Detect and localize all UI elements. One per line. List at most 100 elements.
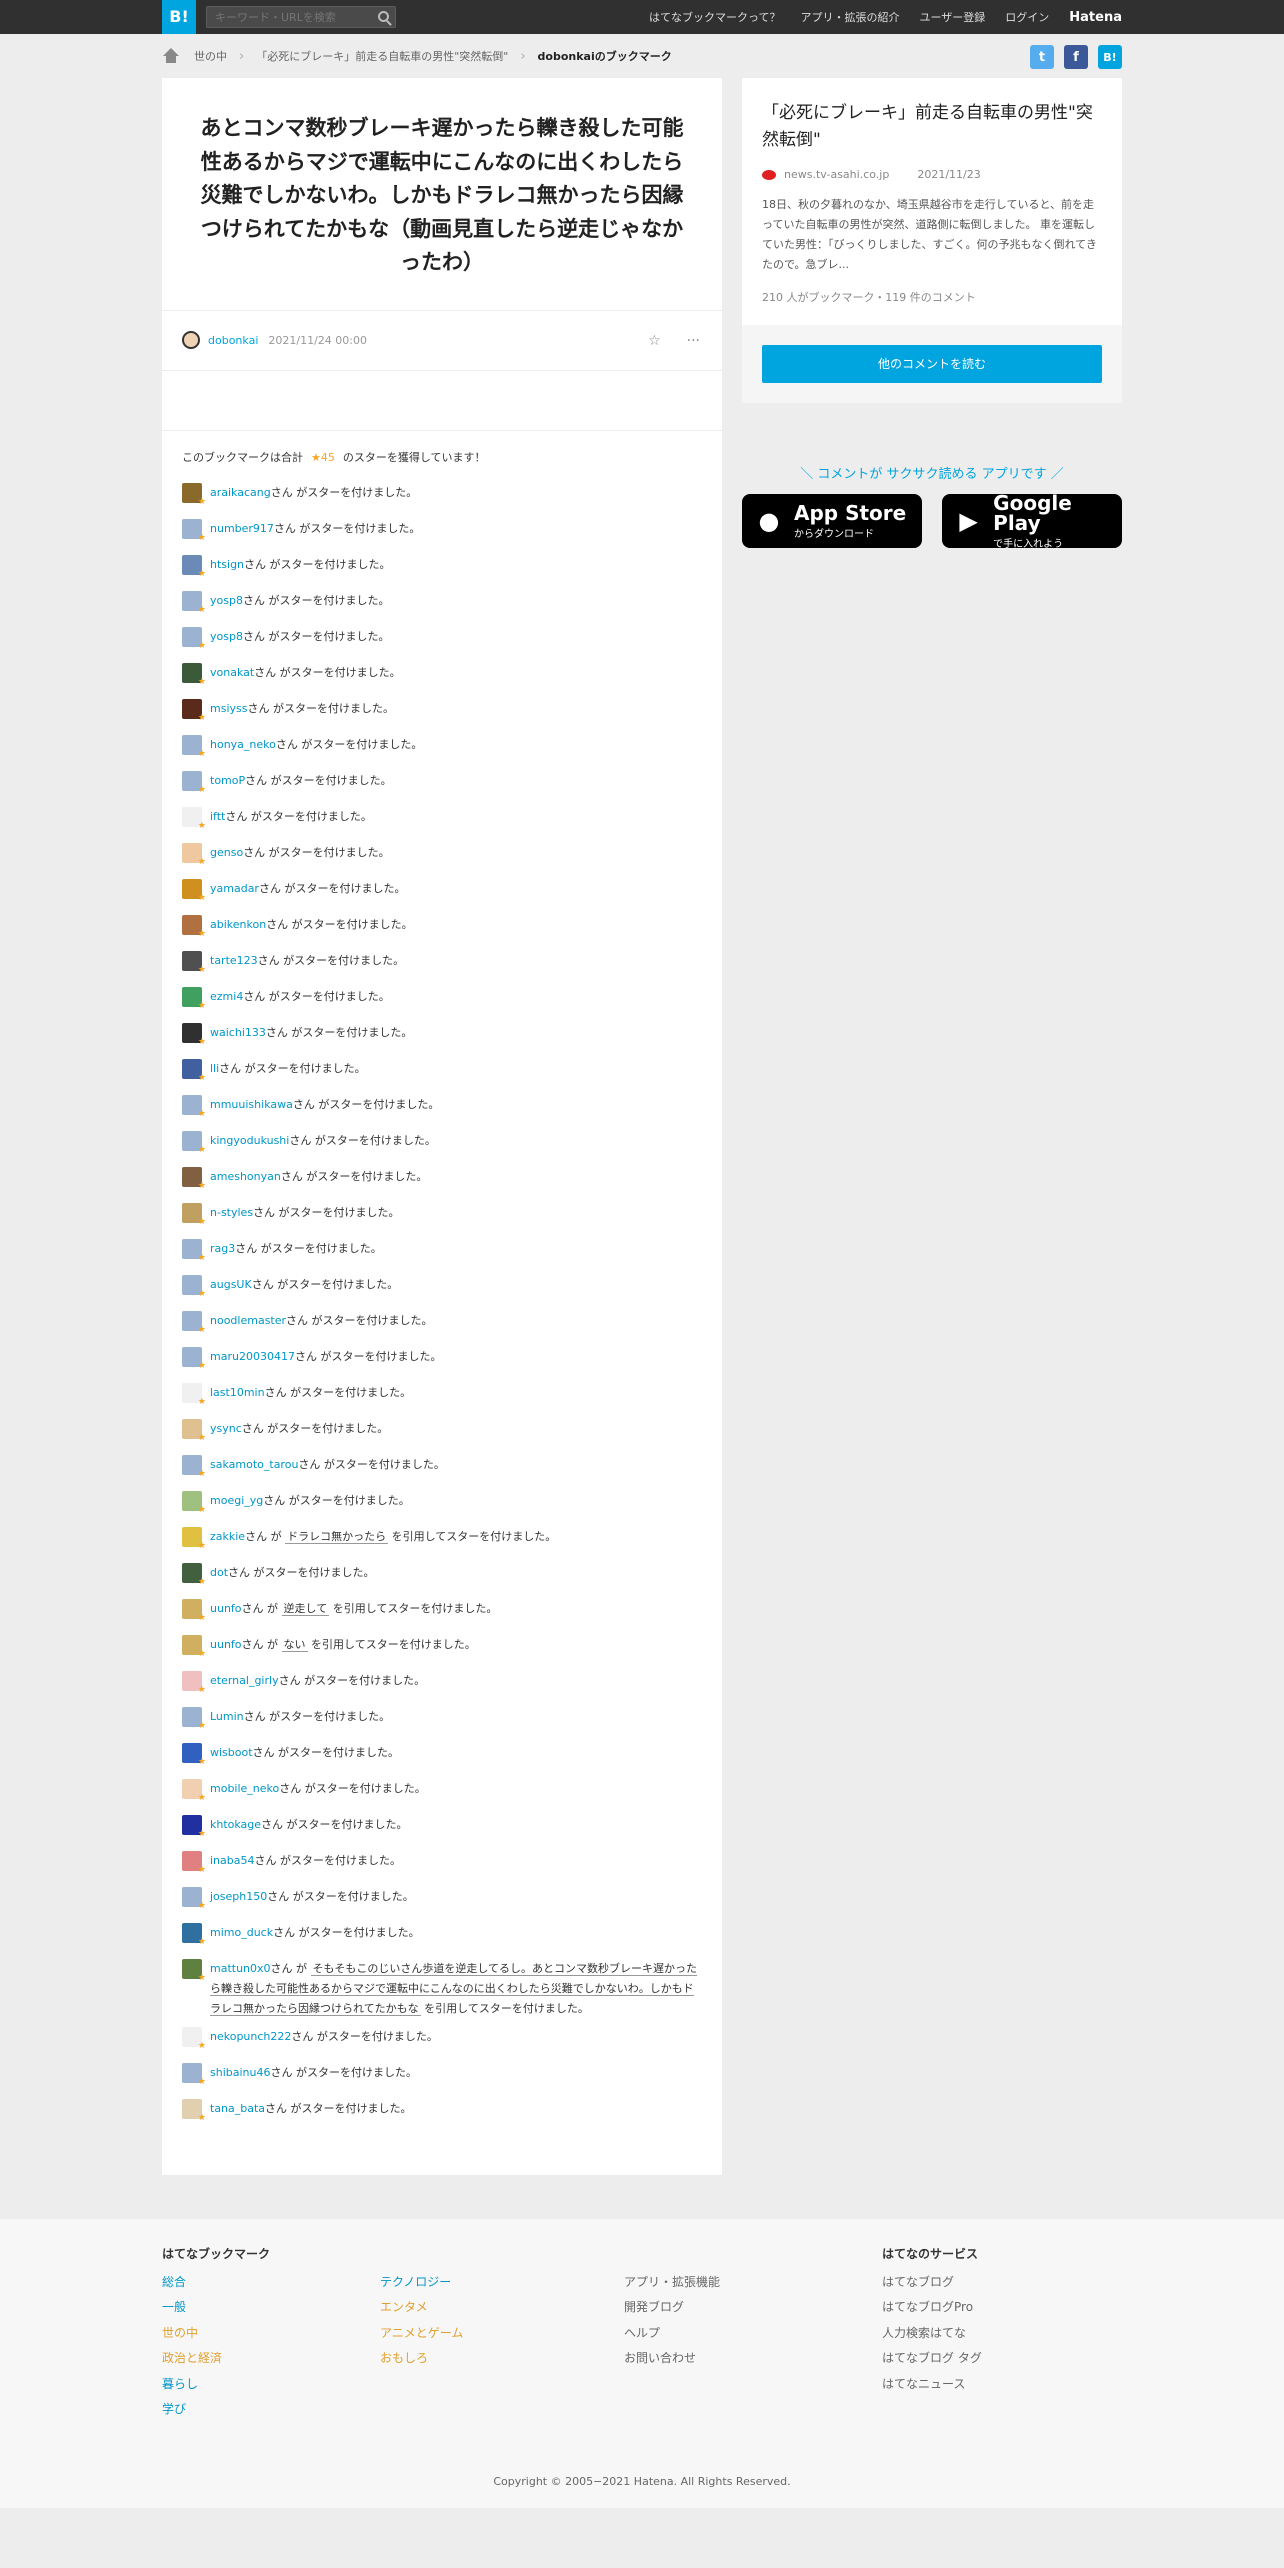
star-user-link[interactable]: augsUK [210, 1278, 252, 1291]
footer-link[interactable]: おもしろ [380, 2351, 428, 2365]
footer-link[interactable]: 学び [162, 2402, 186, 2416]
star-user-link[interactable]: tomoP [210, 774, 245, 787]
user-avatar-icon[interactable]: ★ [182, 1886, 206, 1910]
footer-link[interactable]: 人力検索はてな [882, 2326, 966, 2340]
nav-apps[interactable]: アプリ・拡張の紹介 [801, 9, 900, 25]
user-avatar-icon[interactable]: ★ [182, 1706, 206, 1730]
user-avatar-icon[interactable]: ★ [182, 1670, 206, 1694]
star-user-link[interactable]: abikenkon [210, 918, 266, 931]
star-user-link[interactable]: araikacang [210, 486, 271, 499]
hatena-brand-link[interactable]: Hatena [1069, 10, 1122, 25]
star-user-link[interactable]: yamadar [210, 882, 259, 895]
star-user-link[interactable]: tarte123 [210, 954, 258, 967]
nav-login[interactable]: ログイン [1005, 9, 1049, 25]
user-avatar-icon[interactable]: ★ [182, 1562, 206, 1586]
user-avatar-icon[interactable]: ★ [182, 482, 206, 506]
google-play-button[interactable]: ▶ Google Play で手に入れよう [942, 493, 1122, 550]
nav-about[interactable]: はてなブックマークって？ [649, 9, 780, 25]
user-avatar-icon[interactable]: ★ [182, 1202, 206, 1226]
footer-link[interactable]: 総合 [162, 2275, 186, 2289]
search-input[interactable] [207, 7, 367, 27]
user-avatar-icon[interactable]: ★ [182, 1850, 206, 1874]
user-avatar-icon[interactable]: ★ [182, 1130, 206, 1154]
star-user-link[interactable]: honya_neko [210, 738, 276, 751]
user-avatar-icon[interactable]: ★ [182, 1418, 206, 1442]
read-comments-button[interactable]: 他のコメントを読む [762, 345, 1102, 384]
user-avatar-icon[interactable]: ★ [182, 1094, 206, 1118]
facebook-share-icon[interactable]: f [1064, 45, 1088, 69]
user-avatar-icon[interactable]: ★ [182, 554, 206, 578]
star-user-link[interactable]: Lumin [210, 1710, 244, 1723]
user-avatar-icon[interactable]: ★ [182, 878, 206, 902]
star-user-link[interactable]: waichi133 [210, 1026, 266, 1039]
star-user-link[interactable]: ezmi4 [210, 990, 243, 1003]
user-avatar-icon[interactable]: ★ [182, 1958, 206, 1982]
star-user-link[interactable]: dot [210, 1566, 228, 1579]
user-avatar-icon[interactable]: ★ [182, 806, 206, 830]
twitter-share-icon[interactable]: t [1030, 45, 1054, 69]
user-avatar-icon[interactable]: ★ [182, 1490, 206, 1514]
star-user-link[interactable]: mimo_duck [210, 1926, 273, 1939]
star-user-link[interactable]: vonakat [210, 666, 254, 679]
footer-link[interactable]: はてなブログ タグ [882, 2351, 982, 2365]
star-user-link[interactable]: ameshonyan [210, 1170, 281, 1183]
star-user-link[interactable]: lli [210, 1062, 219, 1075]
user-avatar-icon[interactable]: ★ [182, 2026, 206, 2050]
user-avatar-icon[interactable]: ★ [182, 518, 206, 542]
star-user-link[interactable]: tana_bata [210, 2102, 265, 2115]
star-user-link[interactable]: iftt [210, 810, 225, 823]
star-user-link[interactable]: rag3 [210, 1242, 235, 1255]
footer-link[interactable]: はてなブログPro [882, 2300, 973, 2314]
star-user-link[interactable]: moegi_yg [210, 1494, 263, 1507]
hatena-share-icon[interactable]: B! [1098, 45, 1122, 69]
breadcrumb-entry[interactable]: 「必死にブレーキ」前走る自転車の男性"突然転倒" [256, 48, 508, 64]
user-avatar-icon[interactable]: ★ [182, 1526, 206, 1550]
user-avatar-icon[interactable]: ★ [182, 986, 206, 1010]
footer-link[interactable]: エンタメ [380, 2300, 428, 2314]
star-user-link[interactable]: eternal_girly [210, 1674, 279, 1687]
user-avatar-icon[interactable]: ★ [182, 1346, 206, 1370]
star-user-link[interactable]: genso [210, 846, 243, 859]
star-user-link[interactable]: noodlemaster [210, 1314, 286, 1327]
user-avatar-icon[interactable]: ★ [182, 950, 206, 974]
footer-link[interactable]: お問い合わせ [624, 2351, 696, 2365]
user-avatar-icon[interactable]: ★ [182, 1598, 206, 1622]
star-user-link[interactable]: wisboot [210, 1746, 253, 1759]
user-avatar-icon[interactable]: ★ [182, 1382, 206, 1406]
user-avatar-icon[interactable]: ★ [182, 1814, 206, 1838]
breadcrumb-category[interactable]: 世の中 [194, 48, 227, 64]
star-user-link[interactable]: sakamoto_tarou [210, 1458, 298, 1471]
star-user-link[interactable]: ysync [210, 1422, 242, 1435]
user-avatar-icon[interactable]: ★ [182, 1238, 206, 1262]
user-avatar-icon[interactable]: ★ [182, 734, 206, 758]
star-user-link[interactable]: n-styles [210, 1206, 253, 1219]
user-link[interactable]: dobonkai [208, 334, 258, 347]
user-avatar-icon[interactable]: ★ [182, 1166, 206, 1190]
footer-link[interactable]: アニメとゲーム [380, 2326, 463, 2340]
footer-link[interactable]: 世の中 [162, 2326, 198, 2340]
footer-link[interactable]: アプリ・拡張機能 [624, 2275, 720, 2289]
nav-register[interactable]: ユーザー登録 [920, 9, 986, 25]
star-user-link[interactable]: maru20030417 [210, 1350, 295, 1363]
search-icon[interactable] [378, 11, 389, 22]
entry-title[interactable]: 「必死にブレーキ」前走る自転車の男性"突然転倒" [762, 100, 1102, 154]
user-avatar-icon[interactable]: ★ [182, 626, 206, 650]
star-user-link[interactable]: joseph150 [210, 1890, 267, 1903]
star-user-link[interactable]: last10min [210, 1386, 265, 1399]
star-user-link[interactable]: msiyss [210, 702, 247, 715]
star-user-link[interactable]: yosp8 [210, 630, 243, 643]
entry-card[interactable]: 「必死にブレーキ」前走る自転車の男性"突然転倒" news.tv-asahi.c… [742, 78, 1122, 326]
app-store-button[interactable]: ● App Store からダウンロード [742, 494, 922, 549]
star-user-link[interactable]: htsign [210, 558, 244, 571]
user-avatar-icon[interactable]: ★ [182, 1022, 206, 1046]
star-user-link[interactable]: kingyodukushi [210, 1134, 289, 1147]
footer-link[interactable]: テクノロジー [380, 2275, 451, 2289]
star-user-link[interactable]: nekopunch222 [210, 2030, 291, 2043]
user-avatar-icon[interactable]: ★ [182, 1058, 206, 1082]
entry-source[interactable]: news.tv-asahi.co.jp [784, 168, 889, 181]
user-avatar-icon[interactable]: ★ [182, 1454, 206, 1478]
star-user-link[interactable]: number917 [210, 522, 274, 535]
star-user-link[interactable]: mobile_neko [210, 1782, 279, 1795]
user-avatar-icon[interactable]: ★ [182, 662, 206, 686]
footer-link[interactable]: 政治と経済 [162, 2351, 222, 2365]
